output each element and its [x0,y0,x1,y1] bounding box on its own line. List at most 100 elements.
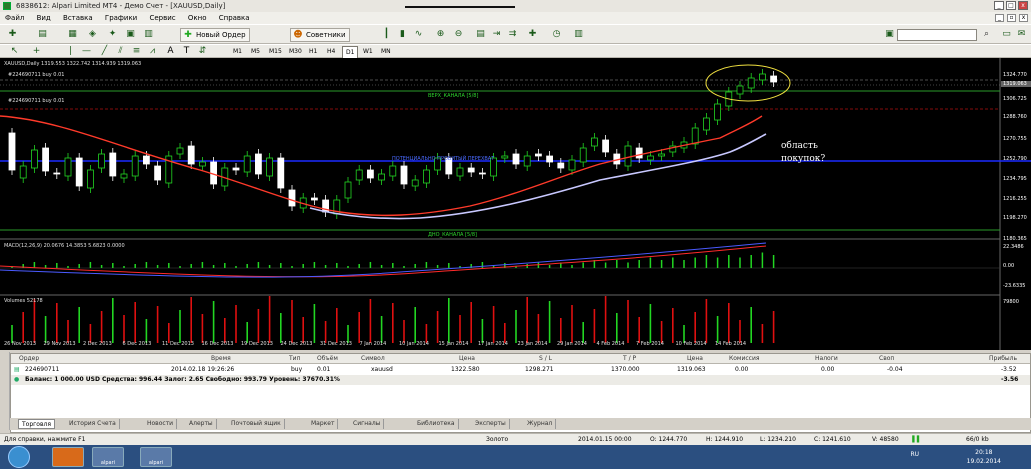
fibo-icon[interactable]: ≡ [130,45,143,58]
status-profile[interactable]: Золото [486,435,508,445]
col-cur-price[interactable]: Цена [687,355,703,362]
tf-h4[interactable]: H4 [324,46,338,57]
col-order[interactable]: Ордер [19,355,39,362]
menu-window[interactable]: Окно [183,12,212,24]
tray-language[interactable]: RU [910,451,919,458]
menu-insert[interactable]: Вставка [58,12,98,24]
tab-mailbox[interactable]: Почтовый ящик [228,419,285,429]
bar-chart-icon[interactable]: ┃ [380,28,393,41]
maximize-button[interactable]: □ [1006,1,1016,10]
text-icon[interactable]: A [164,45,177,58]
mdi-close-icon[interactable]: x [1019,14,1028,22]
search-input[interactable] [897,29,977,41]
taskbar-firefox[interactable] [52,447,84,467]
tf-mn[interactable]: MN [378,46,394,57]
cursor-icon[interactable]: ↖ [8,45,21,58]
candle-body [467,167,475,173]
experts-button[interactable]: ☻ Советники [290,28,350,42]
status-close: C: 1241.610 [814,436,851,443]
chart-shift-icon[interactable]: ⇥ [490,28,503,41]
new-order-button[interactable]: ✚ Новый Ордер [180,28,250,42]
col-time[interactable]: Время [211,355,231,362]
profiles-icon[interactable]: ▤ [36,28,49,41]
tester-icon[interactable]: ▥ [142,28,155,41]
zoom-out-icon[interactable]: ⊖ [452,28,465,41]
line-chart-icon[interactable]: ∿ [412,28,425,41]
buy-order-label: #224690711 buy 0.01 [8,72,65,78]
trendline-icon[interactable]: ╱ [98,45,111,58]
menu-file[interactable]: Файл [0,12,29,24]
tf-m30[interactable]: M30 [286,46,305,57]
tab-signals[interactable]: Сигналы [350,419,385,429]
mid-line-label: ПОТЕНЦИАЛЬНО ПРОБИТЫЙ ПЕРЕХВАТ [392,156,495,162]
terminal-icon[interactable]: ▣ [124,28,137,41]
tab-trade[interactable]: Торговля [18,419,55,429]
autoscroll-icon[interactable]: ⇉ [506,28,519,41]
price-tick: 1252.790 [1003,156,1027,162]
mdi-minimize-icon[interactable]: _ [995,14,1004,22]
label-icon[interactable]: T [180,45,193,58]
chat-icon[interactable]: ▭ [1000,28,1013,41]
indicators-icon[interactable]: ✚ [526,28,539,41]
minimize-button[interactable]: _ [994,1,1004,10]
candle-body [747,77,755,89]
taskbar-alpari-1[interactable]: alpari [92,447,124,467]
col-price[interactable]: Цена [459,355,475,362]
date-tick: 14 Feb 2014 [715,341,747,347]
col-commission[interactable]: Комиссия [729,355,759,362]
col-swap[interactable]: Своп [879,355,894,362]
tf-w1[interactable]: W1 [360,46,376,57]
date-tick: 7 Jan 2014 [359,341,387,347]
alert-icon[interactable]: ✉ [1015,28,1028,41]
vertical-line-icon[interactable]: | [64,45,77,58]
arrows-icon[interactable]: ⇵ [196,45,209,58]
periods-icon[interactable]: ◷ [550,28,563,41]
col-type[interactable]: Тип [289,355,301,362]
price-chart-window[interactable]: XAUUSD,Daily 1319.553 1322.742 1314.939 … [0,58,1031,350]
col-sl[interactable]: S / L [539,355,552,362]
tf-m15[interactable]: M15 [266,46,285,57]
tf-m1[interactable]: M1 [230,46,245,57]
new-chart-icon[interactable]: ✚ [6,28,19,41]
tab-library[interactable]: Библиотека [414,419,459,429]
community-icon[interactable]: ▣ [883,28,896,41]
menu-charts[interactable]: Графики [100,12,142,24]
tab-experts[interactable]: Эксперты [472,419,510,429]
taskbar-alpari-2[interactable]: alpari [140,447,172,467]
tab-market[interactable]: Маркет [308,419,339,429]
tab-history[interactable]: История Счета [66,419,120,429]
tf-h1[interactable]: H1 [306,46,320,57]
templates-icon[interactable]: ▥ [572,28,585,41]
col-profit[interactable]: Прибыль [989,355,1017,362]
market-watch-icon[interactable]: ▦ [66,28,79,41]
col-tp[interactable]: T / P [623,355,636,362]
col-symbol[interactable]: Символ [361,355,385,362]
menu-view[interactable]: Вид [32,12,56,24]
candlestick-icon[interactable]: ▮ [396,28,409,41]
crosshair-icon[interactable]: + [30,45,43,58]
horizontal-line-icon[interactable]: — [80,45,93,58]
channel-icon[interactable]: ⫽ [114,45,127,58]
tray-clock[interactable]: 20:18 19.02.2014 [967,448,1001,466]
candle-body [512,153,520,165]
start-button[interactable] [8,446,30,468]
tab-news[interactable]: Новости [144,419,178,429]
zoom-in-icon[interactable]: ⊕ [434,28,447,41]
navigator-icon[interactable]: ✦ [106,28,119,41]
table-row[interactable]: ▤ 224690711 2014.02.18 19:26:26 buy 0.01… [11,365,1030,375]
tab-alerts[interactable]: Алерты [186,419,217,429]
menu-help[interactable]: Справка [214,12,255,24]
tf-m5[interactable]: M5 [248,46,263,57]
col-volume[interactable]: Объём [317,355,338,362]
close-button[interactable]: x [1018,1,1028,10]
menu-tools[interactable]: Сервис [144,12,180,24]
col-taxes[interactable]: Налоги [815,355,838,362]
data-window-icon[interactable]: ◈ [86,28,99,41]
search-icon[interactable]: ⌕ [980,28,993,41]
fibo-fan-icon[interactable]: ⩘ [146,45,159,58]
chart-canvas[interactable] [0,58,1031,350]
tab-journal[interactable]: Журнал [524,419,557,429]
mdi-restore-icon[interactable]: ▫ [1007,14,1016,22]
tile-windows-icon[interactable]: ▤ [474,28,487,41]
date-tick: 10 Feb 2014 [675,341,707,347]
